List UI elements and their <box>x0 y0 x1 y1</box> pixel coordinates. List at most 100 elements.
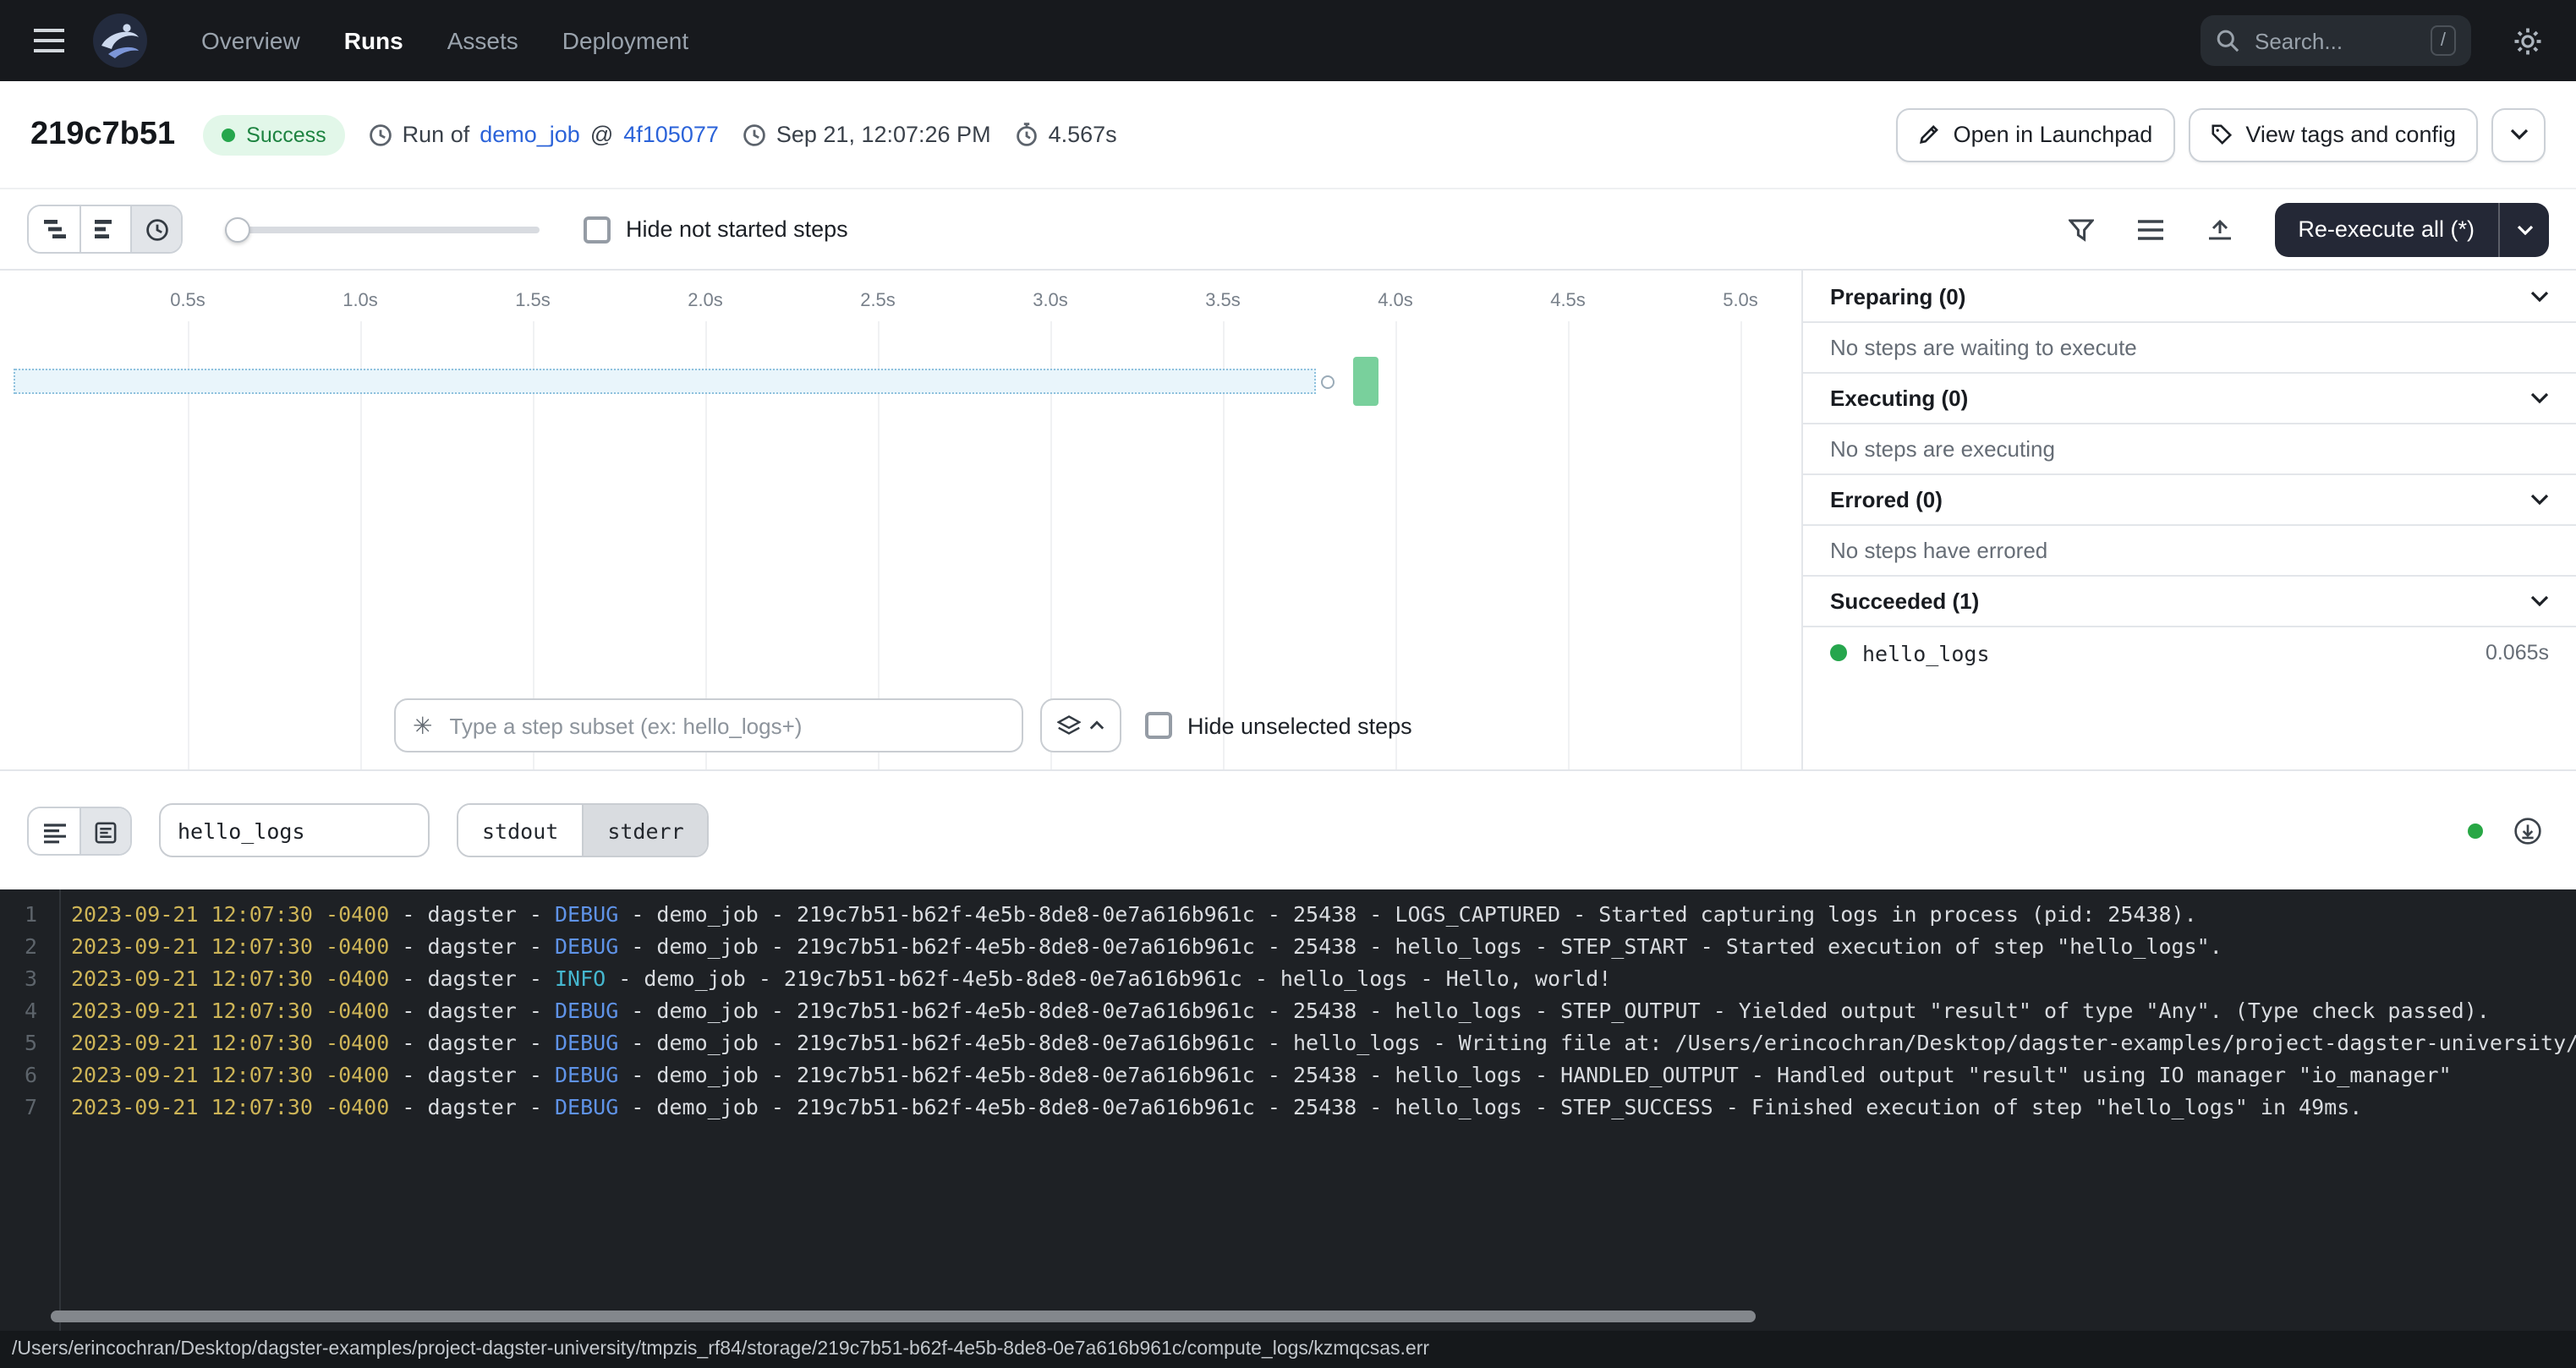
nav-item-assets[interactable]: Assets <box>429 17 537 64</box>
search-input[interactable] <box>2251 26 2419 55</box>
line-number: 5 <box>0 1026 37 1059</box>
log-line: 22023-09-21 12:07:30 -0400 - dagster - D… <box>0 930 2576 962</box>
pencil-icon <box>1918 123 1940 145</box>
hide-unselected-control[interactable]: Hide unselected steps <box>1145 712 1412 739</box>
log-line: 3 2023-09-21 12:07:30 -0400 - dagster - I… <box>0 962 2576 994</box>
graph-query-presets-button[interactable] <box>1040 698 1121 752</box>
stdout-button[interactable]: stdout <box>458 805 582 856</box>
global-search[interactable]: / <box>2201 15 2471 66</box>
flat-view-button[interactable] <box>79 206 130 252</box>
snapshot-link[interactable]: 4f105077 <box>623 122 719 147</box>
gear-icon <box>2513 26 2541 55</box>
log-view-toggle <box>27 806 132 855</box>
view-tags-config-label: View tags and config <box>2245 122 2456 147</box>
run-header: 219c7b51 Success Run of demo_job @ 4f105… <box>0 81 2576 189</box>
chevron-down-icon <box>2516 224 2533 234</box>
panel-section-title: Preparing (0) <box>1830 283 1965 309</box>
view-tags-config-button[interactable]: View tags and config <box>2188 107 2478 161</box>
line-number: 4 <box>0 994 37 1026</box>
structured-log-view-button[interactable] <box>29 807 79 855</box>
settings-button[interactable] <box>2498 12 2556 69</box>
gantt-axis-label: 3.5s <box>1205 291 1241 311</box>
clock-view-icon <box>145 217 168 241</box>
start-time: Sep 21, 12:07:26 PM <box>776 122 991 147</box>
waterfall-view-button[interactable] <box>29 206 79 252</box>
run-actions-menu-button[interactable] <box>2491 107 2546 161</box>
log-message: - demo_job - 219c7b51-b62f-4e5b-8de8-0e7… <box>618 1094 2362 1119</box>
run-duration: 4.567s <box>1049 122 1117 147</box>
log-rows-button[interactable] <box>2129 207 2173 251</box>
run-body-split: ✳ Hide unselected steps 0.5s1.0s1.5s2.0s… <box>0 271 2576 771</box>
gantt-gridline <box>1568 321 1570 769</box>
stderr-button[interactable]: stderr <box>582 805 707 856</box>
panel-section-title: Errored (0) <box>1830 487 1943 512</box>
log-timestamp: 2023-09-21 12:07:30 -0400 <box>71 966 389 991</box>
hide-unselected-checkbox[interactable] <box>1145 712 1172 739</box>
gantt-step-bar-hello-logs[interactable] <box>1353 357 1378 406</box>
line-number: 3 <box>0 962 37 994</box>
log-separator: - dagster - <box>389 1030 555 1055</box>
chevron-down-icon <box>2509 129 2528 140</box>
reexecute-all-label: Re-execute all (*) <box>2298 216 2475 242</box>
log-level: DEBUG <box>555 901 618 927</box>
log-step-filter-input[interactable] <box>159 803 430 857</box>
dagster-logo-icon[interactable] <box>91 12 149 69</box>
status-bar: /Users/erincochran/Desktop/dagster-examp… <box>0 1331 2576 1368</box>
slider-knob[interactable] <box>225 216 250 242</box>
gantt-axis-label: 5.0s <box>1723 291 1758 311</box>
log-timestamp: 2023-09-21 12:07:30 -0400 <box>71 901 389 927</box>
rows-icon <box>2138 219 2163 239</box>
panel-section-header[interactable]: Preparing (0) <box>1803 271 2576 323</box>
filter-button[interactable] <box>2059 207 2103 251</box>
panel-section-header[interactable]: Succeeded (1) <box>1803 575 2576 627</box>
log-toolbar-right <box>2468 808 2549 852</box>
step-subset-field[interactable]: ✳ <box>394 698 1023 752</box>
chevron-down-icon <box>2530 595 2549 607</box>
open-in-launchpad-button[interactable]: Open in Launchpad <box>1896 107 2175 161</box>
log-level: DEBUG <box>555 1030 618 1055</box>
gantt-zoom-slider[interactable] <box>227 226 540 233</box>
nav-item-deployment[interactable]: Deployment <box>544 17 707 64</box>
panel-empty-text: No steps have errored <box>1803 526 2576 575</box>
run-id: 219c7b51 <box>30 116 175 153</box>
log-separator: - dagster - <box>389 998 555 1023</box>
log-message: - demo_job - 219c7b51-b62f-4e5b-8de8-0e7… <box>618 998 2490 1023</box>
hamburger-menu-button[interactable] <box>20 12 78 69</box>
download-logs-button[interactable] <box>2505 808 2549 852</box>
dagster-run-page: OverviewRunsAssetsDeployment / 219c7 <box>0 0 2576 1368</box>
gantt-chart[interactable]: ✳ Hide unselected steps 0.5s1.0s1.5s2.0s… <box>0 271 1803 769</box>
search-shortcut-key: / <box>2431 25 2456 56</box>
clock-icon <box>743 123 766 146</box>
panel-section-header[interactable]: Errored (0) <box>1803 473 2576 526</box>
op-selector-icon: ✳ <box>413 714 432 737</box>
log-timestamp: 2023-09-21 12:07:30 -0400 <box>71 1030 389 1055</box>
reexecute-menu-button[interactable] <box>2498 202 2549 256</box>
log-level: INFO <box>555 966 606 991</box>
history-icon <box>369 123 392 146</box>
toggle-panel-button[interactable] <box>2198 207 2242 251</box>
job-link[interactable]: demo_job <box>480 122 580 147</box>
timed-view-button[interactable] <box>130 206 181 252</box>
hide-not-started-control[interactable]: Hide not started steps <box>584 216 848 243</box>
gantt-run-span-bar[interactable] <box>14 369 1316 394</box>
status-dot-icon <box>221 128 234 141</box>
step-name[interactable]: hello_logs <box>1862 640 1990 665</box>
panel-section-header[interactable]: Executing (0) <box>1803 372 2576 424</box>
log-line: 42023-09-21 12:07:30 -0400 - dagster - D… <box>0 994 2576 1026</box>
raw-log-view-button[interactable] <box>79 807 130 855</box>
step-subset-input[interactable] <box>446 711 1005 740</box>
log-separator: - dagster - <box>389 966 555 991</box>
gantt-step-marker[interactable] <box>1321 375 1335 389</box>
log-viewer[interactable]: 12023-09-21 12:07:30 -0400 - dagster - D… <box>0 889 2576 1331</box>
log-timestamp: 2023-09-21 12:07:30 -0400 <box>71 1094 389 1119</box>
nav-item-overview[interactable]: Overview <box>183 17 319 64</box>
log-separator: - dagster - <box>389 901 555 927</box>
gantt-axis-label: 0.5s <box>170 291 206 311</box>
hide-not-started-checkbox[interactable] <box>584 216 611 243</box>
horizontal-scrollbar[interactable] <box>51 1311 1756 1322</box>
step-row[interactable]: hello_logs0.065s <box>1803 627 2576 678</box>
run-header-actions: Open in Launchpad View tags and config <box>1896 107 2546 161</box>
nav-item-runs[interactable]: Runs <box>326 17 422 64</box>
reexecute-all-button[interactable]: Re-execute all (*) <box>2274 202 2498 256</box>
log-line: 5 2023-09-21 12:07:30 -0400 - dagster - D… <box>0 1026 2576 1059</box>
